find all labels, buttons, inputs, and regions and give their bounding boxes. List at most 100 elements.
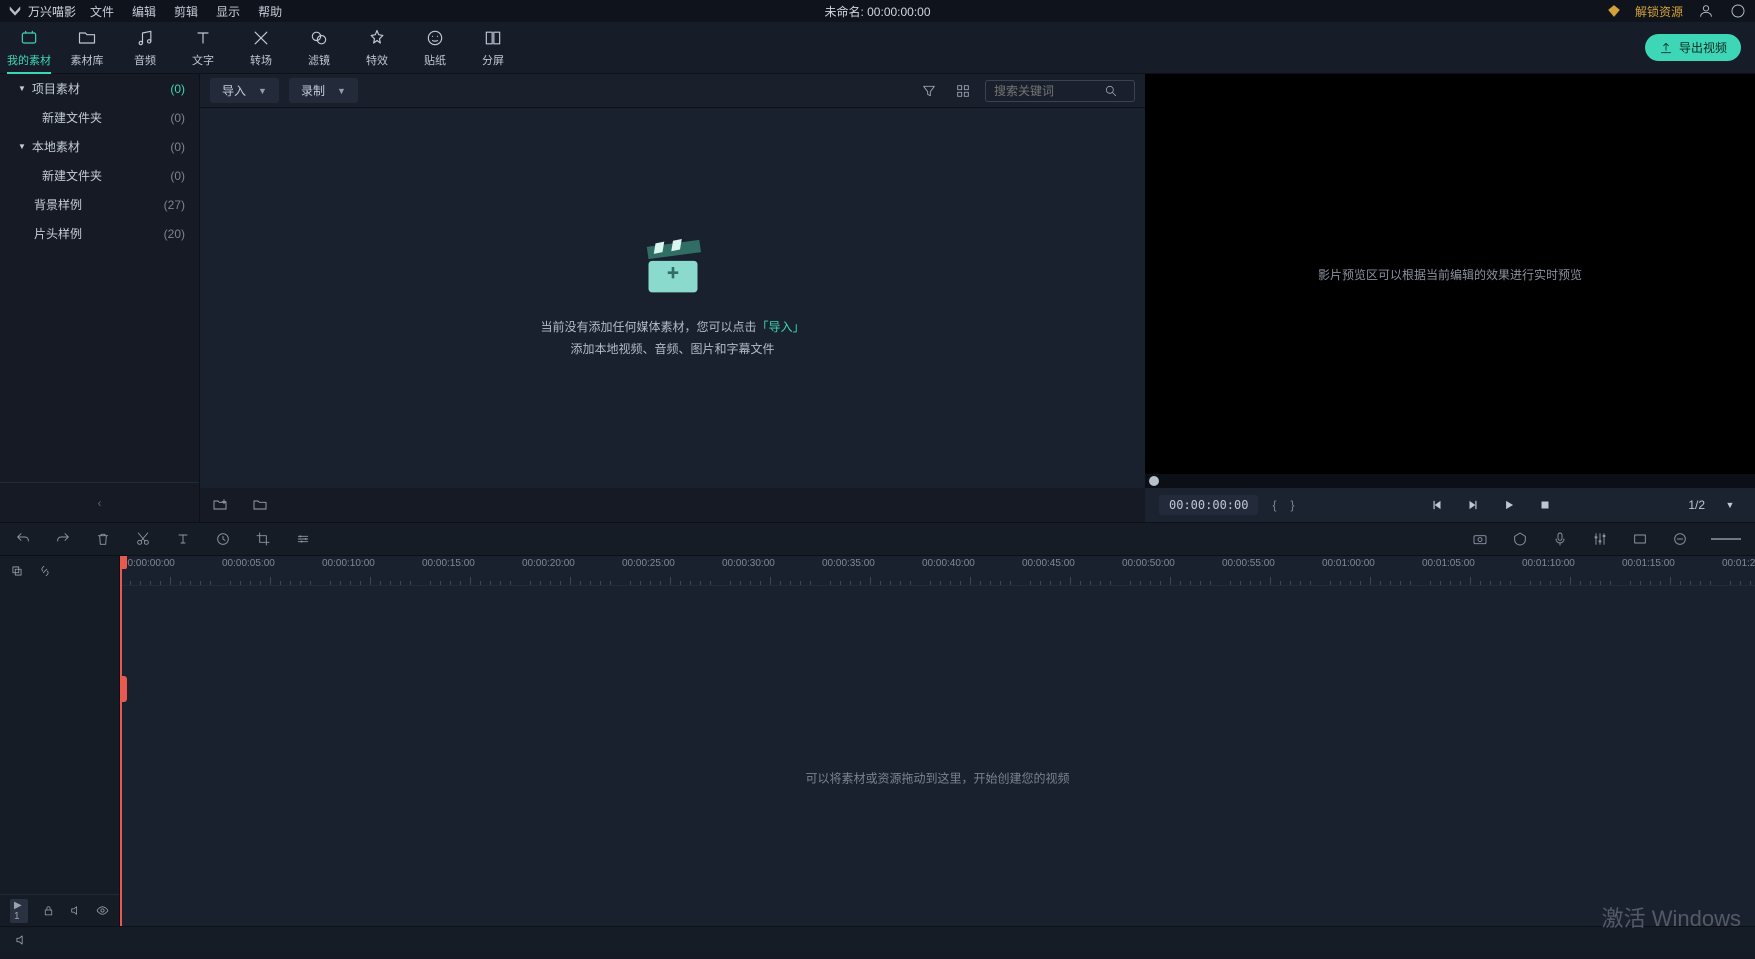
delete-button[interactable]	[94, 530, 112, 548]
stop-button[interactable]	[1534, 494, 1556, 516]
eye-icon[interactable]	[96, 904, 109, 917]
diamond-icon[interactable]	[1607, 4, 1621, 18]
audio-track-icon[interactable]	[14, 933, 28, 947]
sidebar-item-background-samples[interactable]: 背景样例 (27)	[0, 190, 199, 219]
tab-stock-media[interactable]: 素材库	[58, 22, 116, 73]
ruler-segment[interactable]: 00:00:45:00	[1020, 556, 1120, 585]
import-link[interactable]: 「导入」	[757, 320, 805, 334]
tab-filters[interactable]: 滤镜	[290, 22, 348, 73]
mute-icon[interactable]	[69, 904, 82, 917]
tab-titles[interactable]: 文字	[174, 22, 232, 73]
redo-button[interactable]	[54, 530, 72, 548]
mark-out-button[interactable]: }	[1291, 498, 1295, 512]
tab-stickers[interactable]: 贴纸	[406, 22, 464, 73]
sidebar-item-folder-1[interactable]: 新建文件夹 (0)	[0, 103, 199, 132]
menu-display[interactable]: 显示	[216, 3, 240, 20]
copy-icon[interactable]	[10, 564, 24, 578]
sidebar-item-count: (0)	[170, 82, 185, 96]
ruler-segment[interactable]: 00:00:30:00	[720, 556, 820, 585]
new-folder-icon[interactable]	[212, 497, 228, 513]
prev-frame-button[interactable]	[1426, 494, 1448, 516]
preview-scale[interactable]: 1/2	[1688, 498, 1705, 512]
search-input[interactable]	[994, 84, 1104, 98]
adjust-button[interactable]	[294, 530, 312, 548]
link-icon[interactable]	[38, 564, 52, 578]
filter-icon[interactable]	[917, 79, 941, 103]
crop-button[interactable]	[254, 530, 272, 548]
sidebar-item-folder-2[interactable]: 新建文件夹 (0)	[0, 161, 199, 190]
next-frame-button[interactable]	[1462, 494, 1484, 516]
media-drop-zone[interactable]: 当前没有添加任何媒体素材，您可以点击「导入」 添加本地视频、音频、图片和字幕文件	[200, 108, 1145, 488]
ruler-segment[interactable]: 00:00:20:00	[520, 556, 620, 585]
account-icon[interactable]	[1697, 2, 1715, 20]
mark-in-button[interactable]: {	[1272, 498, 1276, 512]
ruler-segment[interactable]: 00:01:10:00	[1520, 556, 1620, 585]
ruler-segment[interactable]: 00:01:20:00	[1720, 556, 1755, 585]
menu-clip[interactable]: 剪辑	[174, 3, 198, 20]
text-button[interactable]	[174, 530, 192, 548]
sidebar-item-project-media[interactable]: ▼项目素材 (0)	[0, 74, 199, 103]
ratio-button[interactable]	[1631, 530, 1649, 548]
media-sidebar: ▼项目素材 (0) 新建文件夹 (0) ▼本地素材 (0) 新建文件夹 (0) …	[0, 74, 200, 522]
mixer-button[interactable]	[1591, 530, 1609, 548]
ruler-segment[interactable]: 00:00:50:00	[1120, 556, 1220, 585]
tab-effects[interactable]: 特效	[348, 22, 406, 73]
sidebar-item-label: 背景样例	[34, 196, 82, 213]
speed-button[interactable]	[214, 530, 232, 548]
zoom-out-button[interactable]	[1671, 530, 1689, 548]
import-dropdown[interactable]: 导入 ▼	[210, 78, 279, 103]
sidebar-item-intro-samples[interactable]: 片头样例 (20)	[0, 219, 199, 248]
tab-audio[interactable]: 音频	[116, 22, 174, 73]
ruler-segment[interactable]: 00:00:55:00	[1220, 556, 1320, 585]
chevron-down-icon[interactable]: ▼	[1719, 494, 1741, 516]
ruler-segment[interactable]: 00:00:15:00	[420, 556, 520, 585]
tab-label: 滤镜	[308, 52, 330, 68]
timeline-ruler[interactable]: 00:00:00:0000:00:05:0000:00:10:0000:00:1…	[120, 556, 1755, 586]
ruler-segment[interactable]: 00:00:05:00	[220, 556, 320, 585]
preview-seek-slider[interactable]	[1145, 474, 1755, 488]
ruler-segment[interactable]: 00:00:25:00	[620, 556, 720, 585]
playhead[interactable]	[120, 556, 122, 926]
preview-timecode: 00:00:00:00	[1159, 495, 1258, 515]
tab-split-screen[interactable]: 分屏	[464, 22, 522, 73]
unlock-resources-link[interactable]: 解锁资源	[1635, 3, 1683, 20]
menu-edit[interactable]: 编辑	[132, 3, 156, 20]
info-icon[interactable]	[1729, 2, 1747, 20]
menu-help[interactable]: 帮助	[258, 3, 282, 20]
snapshot-button[interactable]	[1471, 530, 1489, 548]
undo-button[interactable]	[14, 530, 32, 548]
preview-viewport: 影片预览区可以根据当前编辑的效果进行实时预览	[1145, 74, 1755, 474]
search-box[interactable]	[985, 80, 1135, 102]
tab-my-media[interactable]: 我的素材	[0, 22, 58, 73]
playhead-drag-handle[interactable]	[120, 676, 127, 702]
timeline-tracks-area[interactable]: 00:00:00:0000:00:05:0000:00:10:0000:00:1…	[120, 556, 1755, 926]
menu-file[interactable]: 文件	[90, 3, 114, 20]
marker-button[interactable]	[1511, 530, 1529, 548]
sidebar-collapse-toggle[interactable]: ‹	[0, 482, 199, 522]
ruler-segment[interactable]: 00:01:15:00	[1620, 556, 1720, 585]
ruler-segment[interactable]: 00:00:10:00	[320, 556, 420, 585]
tab-label: 分屏	[482, 52, 504, 68]
seek-thumb[interactable]	[1149, 476, 1159, 486]
export-button[interactable]: 导出视频	[1645, 34, 1741, 61]
voiceover-button[interactable]	[1551, 530, 1569, 548]
ruler-segment[interactable]: 00:00:40:00	[920, 556, 1020, 585]
search-icon[interactable]	[1104, 84, 1118, 98]
play-button[interactable]	[1498, 494, 1520, 516]
folder-icon[interactable]	[252, 497, 268, 513]
ruler-timecode: 00:01:15:00	[1622, 558, 1675, 569]
sidebar-item-local-media[interactable]: ▼本地素材 (0)	[0, 132, 199, 161]
tab-transitions[interactable]: 转场	[232, 22, 290, 73]
cut-button[interactable]	[134, 530, 152, 548]
ruler-segment[interactable]: 00:00:35:00	[820, 556, 920, 585]
timeline-toolbar	[0, 522, 1755, 556]
ruler-timecode: 00:00:25:00	[622, 558, 675, 569]
record-dropdown[interactable]: 录制 ▼	[289, 78, 358, 103]
sidebar-item-count: (0)	[170, 140, 185, 154]
lock-icon[interactable]	[42, 904, 55, 917]
grid-view-icon[interactable]	[951, 79, 975, 103]
zoom-slider-handle[interactable]	[1711, 530, 1741, 548]
ruler-segment[interactable]: 00:01:05:00	[1420, 556, 1520, 585]
ruler-segment[interactable]: 00:00:00:00	[120, 556, 220, 585]
ruler-segment[interactable]: 00:01:00:00	[1320, 556, 1420, 585]
